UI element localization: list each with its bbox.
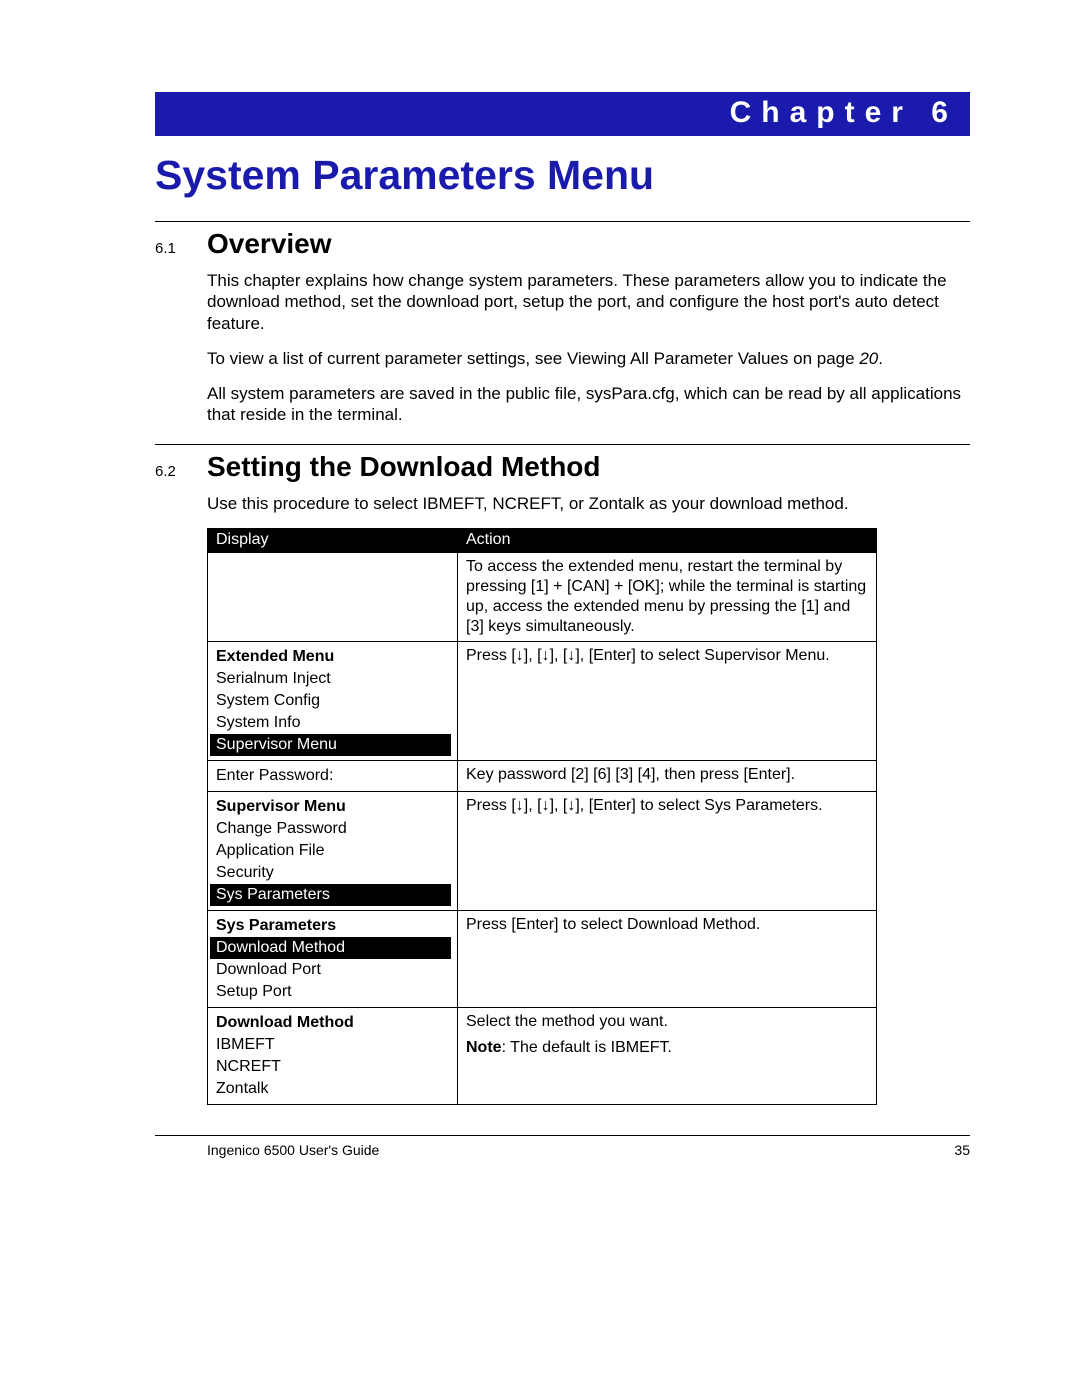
col-header-display: Display: [208, 528, 458, 552]
paragraph: To view a list of current parameter sett…: [207, 348, 970, 369]
paragraph: All system parameters are saved in the p…: [207, 383, 970, 426]
divider: [155, 444, 970, 445]
display-cell: Sys ParametersDownload MethodDownload Po…: [208, 911, 458, 1007]
menu-item-selected: Download Method: [210, 937, 451, 959]
table-row: Download MethodIBMEFTNCREFTZontalkSelect…: [208, 1007, 876, 1104]
paragraph: Use this procedure to select IBMEFT, NCR…: [207, 493, 970, 514]
divider: [155, 221, 970, 222]
menu-item-selected: Supervisor Menu: [210, 734, 451, 756]
col-header-action: Action: [458, 528, 876, 552]
display-cell: Enter Password:: [208, 761, 458, 791]
menu-title: Extended Menu: [216, 646, 449, 668]
chapter-title: System Parameters Menu: [155, 152, 970, 199]
action-cell: Press [Enter] to select Download Method.: [458, 911, 876, 1007]
section-title: Setting the Download Method: [207, 451, 601, 483]
menu-item: Zontalk: [216, 1078, 449, 1100]
footer-divider: [155, 1135, 970, 1136]
note-text: : The default is IBMEFT.: [502, 1039, 672, 1056]
display-cell: [208, 553, 458, 641]
text: To view a list of current parameter sett…: [207, 349, 859, 368]
menu-item: Serialnum Inject: [216, 668, 449, 690]
menu-item: Application File: [216, 840, 449, 862]
section-title: Overview: [207, 228, 332, 260]
action-cell: Select the method you want. Note: The def…: [458, 1008, 876, 1104]
menu-item-selected: Sys Parameters: [210, 884, 451, 906]
menu-item: Security: [216, 862, 449, 884]
menu-item: NCREFT: [216, 1056, 449, 1078]
text: .: [878, 349, 883, 368]
menu-title: Download Method: [216, 1012, 449, 1034]
table-row: Enter Password: Key password [2] [6] [3] …: [208, 760, 876, 791]
menu-item: Download Port: [216, 959, 449, 981]
menu-title: Sys Parameters: [216, 915, 449, 937]
note-line: Note: The default is IBMEFT.: [466, 1038, 868, 1058]
procedure-table: Display Action To access the extended me…: [207, 528, 877, 1105]
display-cell: Supervisor MenuChange PasswordApplicatio…: [208, 792, 458, 910]
action-cell: Press [↓], [↓], [↓], [Enter] to select S…: [458, 642, 876, 760]
footer-page-number: 35: [954, 1142, 970, 1158]
section-heading-download: 6.2 Setting the Download Method: [155, 451, 970, 483]
menu-item: Change Password: [216, 818, 449, 840]
section-number: 6.2: [155, 463, 187, 480]
section-heading-overview: 6.1 Overview: [155, 228, 970, 260]
action-cell: Key password [2] [6] [3] [4], then press…: [458, 761, 876, 791]
display-cell: Download MethodIBMEFTNCREFTZontalk: [208, 1008, 458, 1104]
section-number: 6.1: [155, 240, 187, 257]
note-label: Note: [466, 1039, 502, 1056]
page-footer: Ingenico 6500 User's Guide 35: [207, 1142, 970, 1158]
table-row: Supervisor MenuChange PasswordApplicatio…: [208, 791, 876, 910]
footer-left: Ingenico 6500 User's Guide: [207, 1142, 379, 1158]
menu-item: Enter Password:: [216, 765, 449, 787]
paragraph: This chapter explains how change system …: [207, 270, 970, 334]
menu-item: IBMEFT: [216, 1034, 449, 1056]
menu-item: System Config: [216, 690, 449, 712]
table-row: Extended MenuSerialnum InjectSystem Conf…: [208, 641, 876, 760]
table-header-row: Display Action: [208, 528, 876, 552]
page-ref: 20: [859, 349, 878, 368]
display-cell: Extended MenuSerialnum InjectSystem Conf…: [208, 642, 458, 760]
text: Select the method you want.: [466, 1012, 868, 1032]
table-row: To access the extended menu, restart the…: [208, 552, 876, 641]
table-row: Sys ParametersDownload MethodDownload Po…: [208, 910, 876, 1007]
action-cell: Press [↓], [↓], [↓], [Enter] to select S…: [458, 792, 876, 910]
menu-item: System Info: [216, 712, 449, 734]
menu-title: Supervisor Menu: [216, 796, 449, 818]
menu-item: Setup Port: [216, 981, 449, 1003]
action-cell: To access the extended menu, restart the…: [458, 553, 876, 641]
chapter-badge: Chapter 6: [155, 92, 970, 136]
